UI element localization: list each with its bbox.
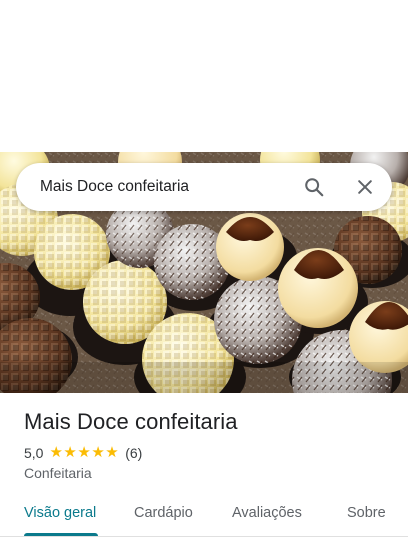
star-icon: ★: [63, 444, 77, 461]
star-icon: ★: [105, 444, 119, 461]
star-icon: ★: [91, 444, 105, 461]
review-count[interactable]: (6): [125, 445, 142, 461]
star-icon: ★: [49, 444, 63, 461]
rating-value: 5,0: [24, 445, 44, 461]
place-category[interactable]: Confeitaria: [24, 465, 92, 481]
tab-menu[interactable]: Cardápio: [134, 505, 193, 521]
search-bar[interactable]: Mais Doce confeitaria: [16, 163, 392, 211]
tab-about[interactable]: Sobre: [347, 505, 386, 521]
tab-overview[interactable]: Visão geral: [24, 505, 96, 521]
place-tabs: Visão geral Cardápio Avaliações Sobre: [0, 492, 408, 536]
place-title: Mais Doce confeitaria: [24, 409, 238, 434]
divider: [0, 536, 408, 537]
tab-reviews[interactable]: Avaliações: [232, 505, 302, 521]
star-icon: ★: [77, 444, 91, 461]
star-rating: ★ ★ ★ ★ ★: [49, 444, 119, 462]
rating-row[interactable]: 5,0 ★ ★ ★ ★ ★ (6): [24, 444, 142, 462]
close-icon[interactable]: [353, 175, 377, 199]
search-input[interactable]: Mais Doce confeitaria: [40, 163, 189, 211]
search-icon[interactable]: [302, 175, 326, 199]
